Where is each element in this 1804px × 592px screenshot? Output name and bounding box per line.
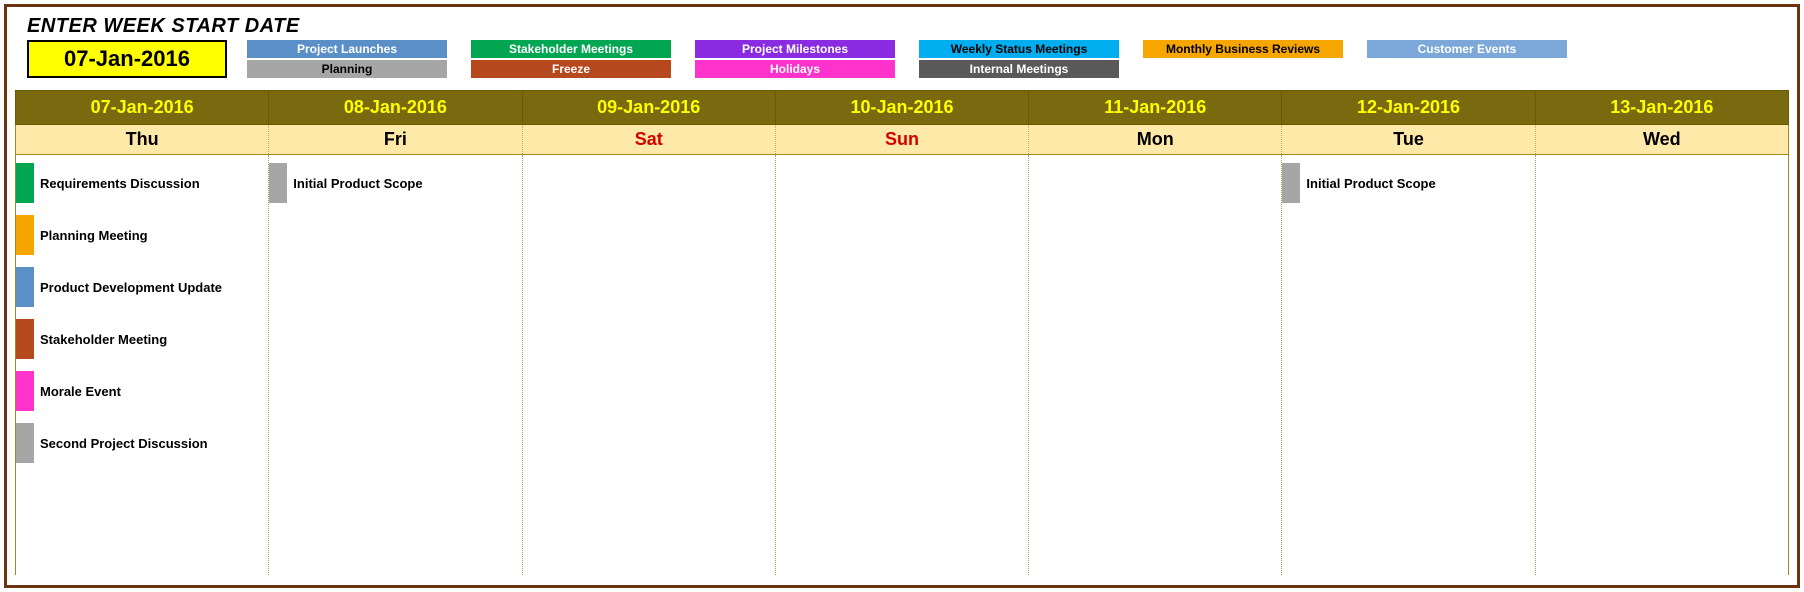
day-column: Initial Product Scope [269, 155, 522, 575]
legend-weekly-status-meetings: Weekly Status Meetings [919, 40, 1119, 58]
event-item[interactable]: Morale Event [16, 369, 268, 413]
date-header-cell: 11-Jan-2016 [1029, 91, 1282, 124]
event-label: Stakeholder Meeting [34, 332, 167, 347]
event-item[interactable]: Initial Product Scope [269, 161, 521, 205]
date-header-cell: 09-Jan-2016 [523, 91, 776, 124]
legend-freeze: Freeze [471, 60, 671, 78]
day-header-cell: Sat [523, 125, 776, 154]
event-color-bar [16, 319, 34, 359]
date-header-cell: 10-Jan-2016 [776, 91, 1029, 124]
event-color-bar [16, 423, 34, 463]
day-header-cell: Fri [269, 125, 522, 154]
calendar-frame: ENTER WEEK START DATE 07-Jan-2016 Projec… [4, 4, 1800, 588]
event-color-bar [16, 215, 34, 255]
day-header-cell: Wed [1536, 125, 1788, 154]
date-header-row: 07-Jan-201608-Jan-201609-Jan-201610-Jan-… [15, 90, 1789, 125]
event-color-bar [16, 267, 34, 307]
enter-week-label: ENTER WEEK START DATE [27, 15, 1777, 38]
legend: Project Launches Stakeholder Meetings Proj… [247, 40, 1777, 78]
day-header-cell: Tue [1282, 125, 1535, 154]
legend-planning: Planning [247, 60, 447, 78]
event-color-bar [269, 163, 287, 203]
event-label: Requirements Discussion [34, 176, 200, 191]
legend-project-launches: Project Launches [247, 40, 447, 58]
legend-holidays: Holidays [695, 60, 895, 78]
week-start-date-input[interactable]: 07-Jan-2016 [27, 40, 227, 78]
event-item[interactable]: Second Project Discussion [16, 421, 268, 465]
legend-row-2: Planning Freeze Holidays Internal Meetings [247, 60, 1777, 78]
legend-project-milestones: Project Milestones [695, 40, 895, 58]
legend-monthly-business-reviews: Monthly Business Reviews [1143, 40, 1343, 58]
legend-internal-meetings: Internal Meetings [919, 60, 1119, 78]
day-header-cell: Thu [16, 125, 269, 154]
event-color-bar [1282, 163, 1300, 203]
day-column [776, 155, 1029, 575]
day-column [1029, 155, 1282, 575]
date-header-cell: 07-Jan-2016 [16, 91, 269, 124]
event-label: Planning Meeting [34, 228, 148, 243]
event-color-bar [16, 163, 34, 203]
event-item[interactable]: Stakeholder Meeting [16, 317, 268, 361]
day-column: Requirements Discussion Planning Meeting P… [16, 155, 269, 575]
calendar-body: Requirements Discussion Planning Meeting P… [15, 155, 1789, 575]
calendar: 07-Jan-201608-Jan-201609-Jan-201610-Jan-… [15, 90, 1789, 575]
legend-stakeholder-meetings: Stakeholder Meetings [471, 40, 671, 58]
event-item[interactable]: Initial Product Scope [1282, 161, 1534, 205]
day-column [523, 155, 776, 575]
legend-row-1: Project Launches Stakeholder Meetings Proj… [247, 40, 1777, 58]
top-row: 07-Jan-2016 Project Launches Stakeholder … [27, 40, 1777, 78]
date-header-cell: 08-Jan-2016 [269, 91, 522, 124]
event-label: Second Project Discussion [34, 436, 208, 451]
event-color-bar [16, 371, 34, 411]
event-item[interactable]: Planning Meeting [16, 213, 268, 257]
day-header-row: ThuFriSatSunMonTueWed [15, 125, 1789, 155]
day-column: Initial Product Scope [1282, 155, 1535, 575]
date-header-cell: 12-Jan-2016 [1282, 91, 1535, 124]
event-label: Initial Product Scope [1300, 176, 1435, 191]
event-label: Initial Product Scope [287, 176, 422, 191]
date-header-cell: 13-Jan-2016 [1536, 91, 1788, 124]
day-header-cell: Mon [1029, 125, 1282, 154]
legend-customer-events: Customer Events [1367, 40, 1567, 58]
event-item[interactable]: Requirements Discussion [16, 161, 268, 205]
event-label: Morale Event [34, 384, 121, 399]
top-region: ENTER WEEK START DATE 07-Jan-2016 Projec… [7, 7, 1797, 90]
event-item[interactable]: Product Development Update [16, 265, 268, 309]
day-header-cell: Sun [776, 125, 1029, 154]
event-label: Product Development Update [34, 280, 222, 295]
day-column [1536, 155, 1788, 575]
